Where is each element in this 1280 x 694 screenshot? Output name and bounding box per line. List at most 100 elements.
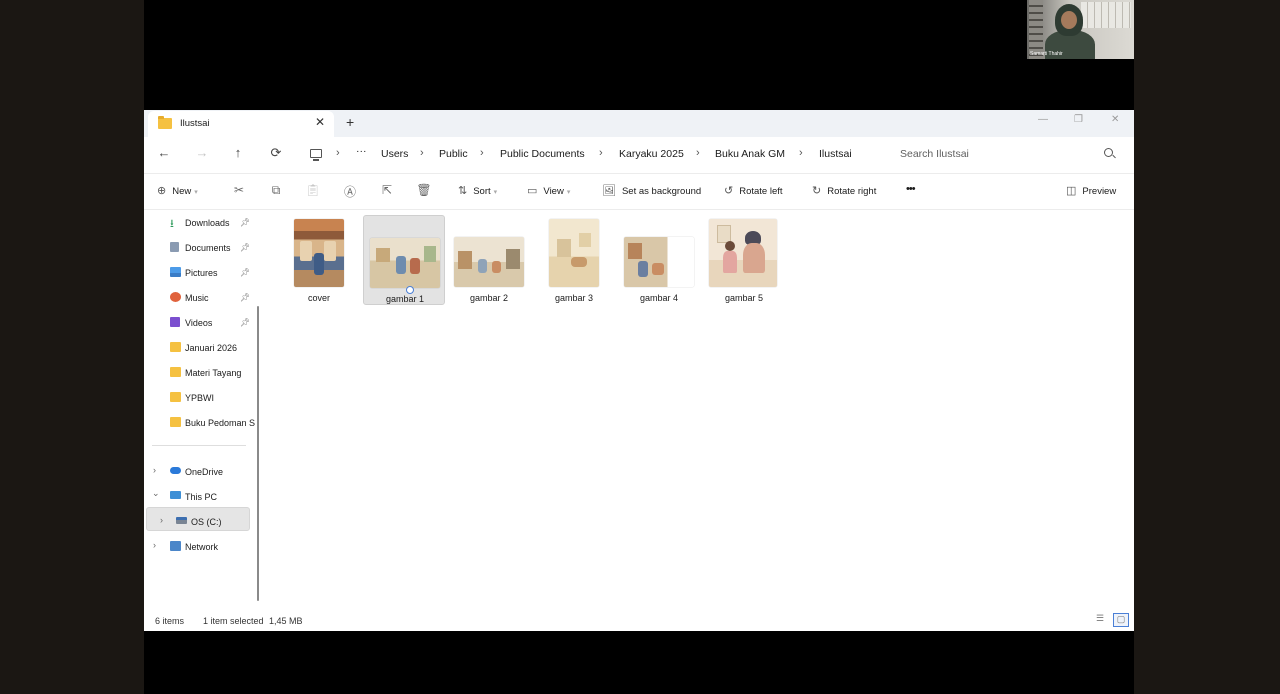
file-name: gambar 5 [724, 293, 764, 303]
address-bar[interactable]: › ··· Users › Public › Public Documents … [302, 144, 892, 166]
picture-icon [170, 267, 181, 277]
file-name: gambar 4 [639, 293, 679, 303]
sort-button[interactable]: ⇅ Sort ▾ [458, 184, 497, 197]
desktop-background-icon: 🖼︎ [602, 185, 616, 197]
tab-close-icon[interactable]: ✕ [315, 115, 325, 129]
share-icon[interactable]: ⇱ [379, 183, 395, 197]
chevron-down-icon[interactable]: ⌄ [152, 488, 160, 499]
search-icon [1104, 148, 1113, 157]
large-icons-view-icon[interactable]: ▢ [1113, 613, 1129, 627]
file-item-cover[interactable]: cover [278, 215, 360, 305]
sidebar-item-pictures[interactable]: Pictures 📌︎ [170, 265, 256, 283]
navigation-bar: ← → ↑ ⟳ › ··· Users › Public › Public Do… [144, 137, 1134, 173]
file-list: cover gambar 1 gambar 2 gambar 3 gambar … [266, 211, 1134, 609]
breadcrumb-public-documents[interactable]: Public Documents [500, 148, 585, 160]
file-explorer-window: Ilustsai ✕ + — ❐ ✕ ← → ↑ ⟳ › ··· Users ›… [144, 110, 1134, 631]
pin-icon: 📌︎ [240, 243, 251, 252]
pin-icon: 📌︎ [240, 218, 251, 227]
title-bar: Ilustsai ✕ + — ❐ ✕ [144, 110, 1134, 137]
status-bar: 6 items 1 item selected 1,45 MB ☰ ▢ [144, 610, 1134, 631]
rotate-left-button[interactable]: ↺ Rotate left [724, 184, 783, 197]
image-thumbnail [294, 219, 344, 287]
item-count: 6 items [155, 616, 185, 626]
rename-icon[interactable]: Ⓐ [342, 183, 358, 200]
breadcrumb-overflow[interactable]: ··· [356, 145, 367, 157]
sync-status-icon [406, 286, 414, 294]
sidebar-scrollbar[interactable] [257, 306, 259, 601]
new-tab-button[interactable]: + [346, 114, 354, 130]
breadcrumb-buku-anak-gm[interactable]: Buku Anak GM [715, 148, 785, 160]
folder-icon [158, 116, 172, 129]
sidebar-item-documents[interactable]: Documents 📌︎ [170, 240, 256, 258]
image-thumbnail [454, 237, 524, 287]
sidebar-item-ypbwi[interactable]: YPBWI [170, 390, 256, 408]
sidebar-item-onedrive[interactable]: OneDrive [170, 464, 256, 482]
file-item-gambar-4[interactable]: gambar 4 [618, 215, 700, 305]
drive-icon [176, 517, 187, 524]
breadcrumb-ilustsai[interactable]: Ilustsai [819, 148, 852, 160]
sidebar-item-music[interactable]: Music 📌︎ [170, 290, 256, 308]
document-icon [170, 242, 179, 252]
sidebar-item-downloads[interactable]: ⭳ Downloads 📌︎ [170, 215, 256, 233]
cut-icon[interactable]: ✂ [231, 183, 247, 197]
forward-button[interactable]: → [192, 145, 212, 160]
navigation-pane: ⭳ Downloads 📌︎ Documents 📌︎ Pictures 📌︎ … [144, 211, 262, 609]
file-item-gambar-5[interactable]: gambar 5 [703, 215, 785, 305]
chevron-right-icon: › [799, 147, 803, 159]
rotate-right-icon: ↻ [812, 185, 822, 197]
chevron-right-icon[interactable]: › [153, 465, 156, 475]
close-window-button[interactable]: ✕ [1111, 114, 1119, 125]
tab-title: Ilustsai [180, 118, 210, 129]
back-button[interactable]: ← [154, 145, 174, 160]
search-box[interactable]: Search Ilustsai [890, 144, 1124, 166]
more-options-button[interactable]: ••• [906, 183, 916, 195]
breadcrumb-public[interactable]: Public [439, 148, 468, 160]
up-button[interactable]: ↑ [228, 145, 248, 160]
rotate-left-icon: ↺ [724, 185, 734, 197]
selection-count: 1 item selected [203, 616, 264, 626]
image-thumbnail [624, 237, 694, 287]
chevron-right-icon: › [599, 147, 603, 159]
preview-pane-button[interactable]: ◫ Preview [1066, 184, 1116, 197]
sidebar-item-network[interactable]: Network [170, 539, 256, 557]
pin-icon: 📌︎ [240, 293, 251, 302]
folder-icon [170, 392, 181, 402]
sidebar-item-materi-tayang[interactable]: Materi Tayang [170, 365, 256, 383]
sidebar-item-videos[interactable]: Videos 📌︎ [170, 315, 256, 333]
file-item-gambar-1[interactable]: gambar 1 [363, 215, 445, 305]
breadcrumb-karyaku-2025[interactable]: Karyaku 2025 [619, 148, 684, 160]
rotate-right-button[interactable]: ↻ Rotate right [812, 184, 876, 197]
file-item-gambar-3[interactable]: gambar 3 [533, 215, 615, 305]
copy-icon[interactable]: ⧉ [268, 183, 284, 198]
sidebar-item-januari-2026[interactable]: Januari 2026 [170, 340, 256, 358]
new-button[interactable]: ⊕ New ▾ [157, 184, 198, 197]
participant-name: Samarti Thahir [1030, 51, 1063, 57]
computer-icon [310, 149, 322, 161]
participant-video-thumbnail[interactable]: Samarti Thahir [1027, 0, 1134, 59]
chevron-right-icon[interactable]: › [160, 515, 163, 525]
maximize-button[interactable]: ❐ [1074, 114, 1083, 125]
breadcrumb-users[interactable]: Users [381, 148, 408, 160]
minimize-button[interactable]: — [1038, 114, 1048, 125]
pin-icon: 📌︎ [240, 318, 251, 327]
cloud-icon [170, 467, 181, 474]
image-thumbnail [370, 238, 440, 288]
tab-ilustsai[interactable]: Ilustsai ✕ [148, 111, 334, 137]
download-icon: ⭳ [170, 218, 174, 230]
command-toolbar: ⊕ New ▾ ✂ ⧉ 📋︎ Ⓐ ⇱ 🗑︎ ⇅ Sort ▾ ▭ View ▾ 🖼︎ Set … [144, 173, 1134, 210]
set-as-background-button[interactable]: 🖼︎ Set as background [602, 184, 701, 197]
refresh-button[interactable]: ⟳ [266, 145, 286, 161]
view-button[interactable]: ▭ View ▾ [527, 184, 570, 197]
delete-icon[interactable]: 🗑︎ [416, 183, 432, 197]
chevron-down-icon: ▾ [493, 189, 498, 196]
paste-icon[interactable]: 📋︎ [305, 183, 321, 197]
search-input[interactable]: Search Ilustsai [900, 148, 969, 160]
sidebar-item-buku-pedoman[interactable]: Buku Pedoman S [170, 415, 256, 433]
sidebar-item-this-pc[interactable]: This PC [170, 489, 256, 507]
chevron-right-icon[interactable]: › [153, 540, 156, 550]
details-view-icon[interactable]: ☰ [1092, 613, 1108, 627]
music-icon [170, 292, 181, 302]
sidebar-item-os-c[interactable]: OS (C:) [176, 514, 262, 532]
file-item-gambar-2[interactable]: gambar 2 [448, 215, 530, 305]
sidebar-divider [152, 445, 246, 446]
